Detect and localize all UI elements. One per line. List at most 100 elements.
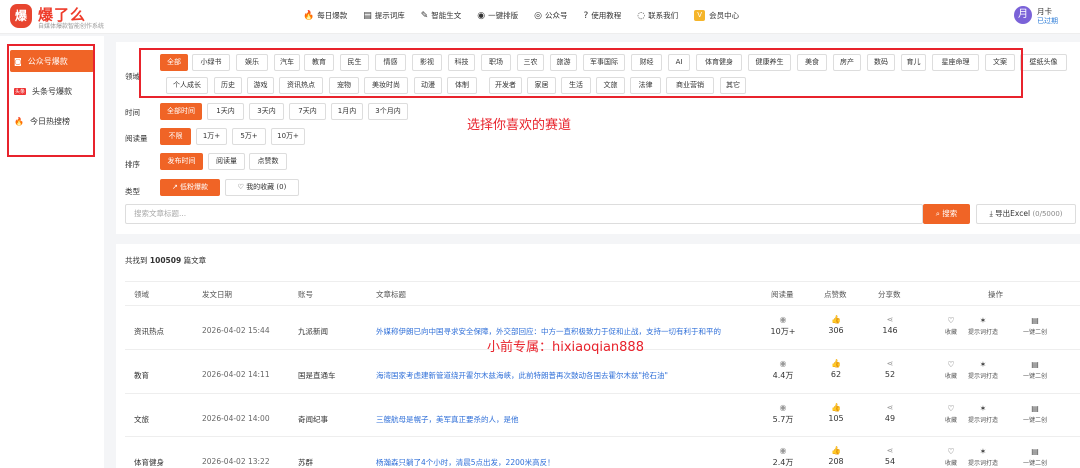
highlight-box-domains <box>139 48 1023 98</box>
search-button[interactable]: ⌕ 搜索 <box>923 204 970 224</box>
cell-domain: 教育 <box>134 371 149 380</box>
filter-label-reads: 阅读量 <box>125 134 148 143</box>
cell-reads: ◉ 5.7万 <box>768 403 798 425</box>
action-label: 提示词打造 <box>967 460 998 467</box>
time-option[interactable]: 3个月内 <box>368 103 408 120</box>
shares-value: 54 <box>884 457 896 466</box>
divider <box>125 281 1080 282</box>
cell-date: 2026-04-02 15:44 <box>202 326 270 335</box>
divider <box>125 305 1080 306</box>
action-label: 收藏 <box>944 329 957 336</box>
rewrite-button[interactable]: ▤ 一键二创 <box>1015 447 1055 467</box>
cell-title-link[interactable]: 杨瀚森只躺了4个小时，清晨5点出发，2200米高反！ <box>376 457 756 468</box>
sort-option[interactable]: 点赞数 <box>249 153 287 170</box>
cell-date: 2026-04-02 13:22 <box>202 457 270 466</box>
cell-domain: 文旅 <box>134 415 149 424</box>
book-icon: ▤ <box>363 10 372 21</box>
avatar[interactable]: 月 <box>1014 6 1032 24</box>
fire-icon: 🔥 <box>303 10 315 21</box>
main-nav: 🔥 每日爆款 ▤ 提示词库 ✎ 智能生文 ◉ 一键排版 ◎ 公众号 ? 使用教程 ◌ 联系我们… <box>303 10 755 21</box>
cell-shares: ⋖ 52 <box>875 359 905 379</box>
nav-smart-writing[interactable]: ✎ 智能生文 <box>421 10 462 21</box>
reads-option[interactable]: 10万+ <box>271 128 305 145</box>
reads-option[interactable]: 1万+ <box>196 128 227 145</box>
shares-value: 146 <box>882 326 898 335</box>
col-header-domain: 领域 <box>134 290 149 299</box>
chat-icon: ◌ <box>637 10 646 21</box>
document-icon: ▤ <box>1031 447 1039 456</box>
col-header-reads: 阅读量 <box>771 290 794 299</box>
share-icon: ⋖ <box>886 403 894 412</box>
rewrite-button[interactable]: ▤ 一键二创 <box>1015 404 1055 424</box>
results-prefix: 共找到 <box>125 256 148 265</box>
action-label: 收藏 <box>944 417 957 424</box>
cell-likes: 👍 208 <box>821 446 851 466</box>
action-label: 提示词打造 <box>967 373 998 380</box>
nav-label: 一键排版 <box>488 11 519 20</box>
nav-tutorial[interactable]: ? 使用教程 <box>584 10 622 21</box>
cell-likes: 👍 62 <box>821 359 851 379</box>
share-icon: ⋖ <box>886 359 894 368</box>
filter-label-domain: 领域 <box>125 72 140 81</box>
reads-value: 5.7万 <box>772 415 794 424</box>
search-input[interactable]: 搜索文章标题... <box>125 204 923 224</box>
time-option[interactable]: 1月内 <box>331 103 363 120</box>
nav-prompt-library[interactable]: ▤ 提示词库 <box>363 10 405 21</box>
reads-option[interactable]: 不限 <box>160 128 191 145</box>
time-option[interactable]: 7天内 <box>289 103 326 120</box>
sort-option[interactable]: 发布时间 <box>160 153 203 170</box>
action-label: 一键二创 <box>1022 329 1047 336</box>
time-option[interactable]: 全部时间 <box>160 103 202 120</box>
sort-option[interactable]: 阅读量 <box>208 153 245 170</box>
prompt-build-button[interactable]: ✶ 提示词打造 <box>963 316 1003 336</box>
cell-title-link[interactable]: 三艘航母是幌子，美军真正要杀的人，是他 <box>376 414 756 425</box>
nav-label: 使用教程 <box>591 11 622 20</box>
nav-official-account[interactable]: ◎ 公众号 <box>534 10 567 21</box>
reads-value: 2.4万 <box>772 458 794 467</box>
nav-contact[interactable]: ◌ 联系我们 <box>637 10 678 21</box>
cell-reads: ◉ 4.4万 <box>768 359 798 381</box>
col-header-likes: 点赞数 <box>824 290 847 299</box>
search-button-label: 搜索 <box>942 209 958 218</box>
domain-tag[interactable]: 壁纸头像 <box>1020 54 1067 71</box>
action-label: 一键二创 <box>1022 460 1047 467</box>
divider <box>125 393 1080 394</box>
action-label: 提示词打造 <box>967 417 998 424</box>
filter-label-type: 类型 <box>125 187 140 196</box>
cell-title-link[interactable]: 海湾国家考虑建新管道绕开霍尔木兹海峡，此前特朗普再次鼓动各国去霍尔木兹"抢石油" <box>376 370 756 381</box>
prompt-build-button[interactable]: ✶ 提示词打造 <box>963 404 1003 424</box>
wechat-icon: ◎ <box>534 10 542 21</box>
share-icon: ⋖ <box>886 315 894 324</box>
nav-daily-hits[interactable]: 🔥 每日爆款 <box>303 10 347 21</box>
cell-reads: ◉ 2.4万 <box>768 446 798 468</box>
prompt-build-button[interactable]: ✶ 提示词打造 <box>963 360 1003 380</box>
type-low-fans-hits[interactable]: ↗ 低粉爆款 <box>160 179 220 196</box>
export-excel-button[interactable]: ⤓ 导出Excel (0/5000) <box>976 204 1076 224</box>
type-my-favorites[interactable]: ♡ 我的收藏 (0) <box>225 179 299 196</box>
cell-shares: ⋖ 54 <box>875 446 905 466</box>
watermark-text: 小前专属：hixiaoqian888 <box>487 340 644 355</box>
col-header-account: 账号 <box>298 290 313 299</box>
thumbs-up-icon: 👍 <box>831 315 841 324</box>
plan-status: 已过期 <box>1037 17 1058 25</box>
cell-account: 奇闻纪事 <box>298 415 328 424</box>
time-option[interactable]: 1天内 <box>207 103 244 120</box>
thumbs-up-icon: 👍 <box>831 403 841 412</box>
col-header-actions: 操作 <box>988 290 1003 299</box>
nav-one-click-layout[interactable]: ◉ 一键排版 <box>477 10 518 21</box>
nav-member-center[interactable]: V 会员中心 <box>694 10 739 21</box>
document-icon: ▤ <box>1031 360 1039 369</box>
likes-value: 105 <box>828 414 844 423</box>
action-label: 收藏 <box>944 373 957 380</box>
rewrite-button[interactable]: ▤ 一键二创 <box>1015 316 1055 336</box>
magic-wand-icon: ✶ <box>979 316 987 325</box>
document-icon: ▤ <box>1031 404 1039 413</box>
prompt-build-button[interactable]: ✶ 提示词打造 <box>963 447 1003 467</box>
tag-label: 低粉爆款 <box>180 183 209 191</box>
time-option[interactable]: 3天内 <box>249 103 284 120</box>
app-logo[interactable]: 爆 <box>10 4 32 28</box>
cell-likes: 👍 306 <box>821 315 851 335</box>
rewrite-button[interactable]: ▤ 一键二创 <box>1015 360 1055 380</box>
cell-account: 苏群 <box>298 458 313 467</box>
reads-option[interactable]: 5万+ <box>232 128 266 145</box>
